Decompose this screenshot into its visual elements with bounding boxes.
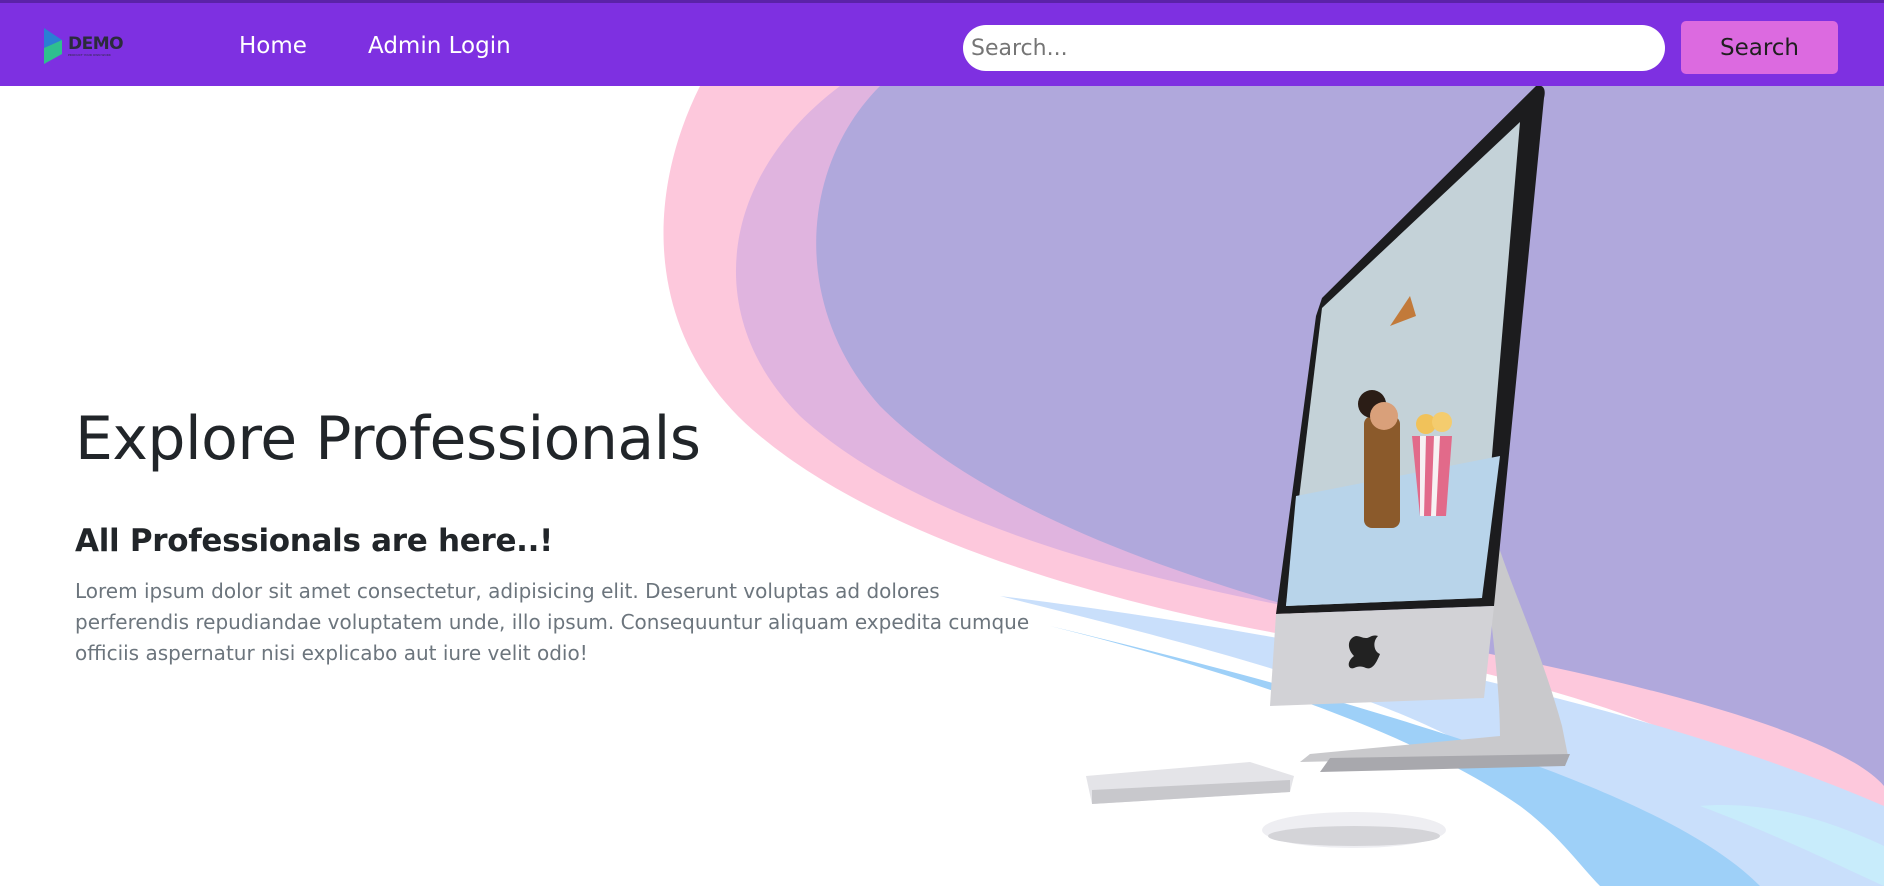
hero-section: Explore Professionals All Professionals … xyxy=(0,86,1884,886)
hero-description: Lorem ipsum dolor sit amet consectetur, … xyxy=(75,579,1030,665)
brand-tagline: PRODUCT YOUR OWN WORK xyxy=(68,53,111,57)
search-input[interactable] xyxy=(963,25,1665,71)
hero-title: Explore Professionals xyxy=(75,404,701,474)
screen-milkshake xyxy=(1364,416,1400,528)
nav-link-admin-login[interactable]: Admin Login xyxy=(368,31,511,61)
navbar: DEMO PRODUCT YOUR OWN WORK Home Admin Lo… xyxy=(0,0,1884,86)
hero-subtitle: All Professionals are here..! xyxy=(75,523,553,559)
search-button[interactable]: Search xyxy=(1681,21,1838,74)
brand-logo[interactable]: DEMO PRODUCT YOUR OWN WORK xyxy=(42,23,142,69)
nav-link-home[interactable]: Home xyxy=(239,31,307,61)
logo-icon xyxy=(44,28,62,64)
imac-chin xyxy=(1270,606,1494,706)
brand-name: DEMO xyxy=(68,34,124,54)
imac-illustration xyxy=(1086,86,1570,848)
hero-wave-background xyxy=(663,86,1884,886)
